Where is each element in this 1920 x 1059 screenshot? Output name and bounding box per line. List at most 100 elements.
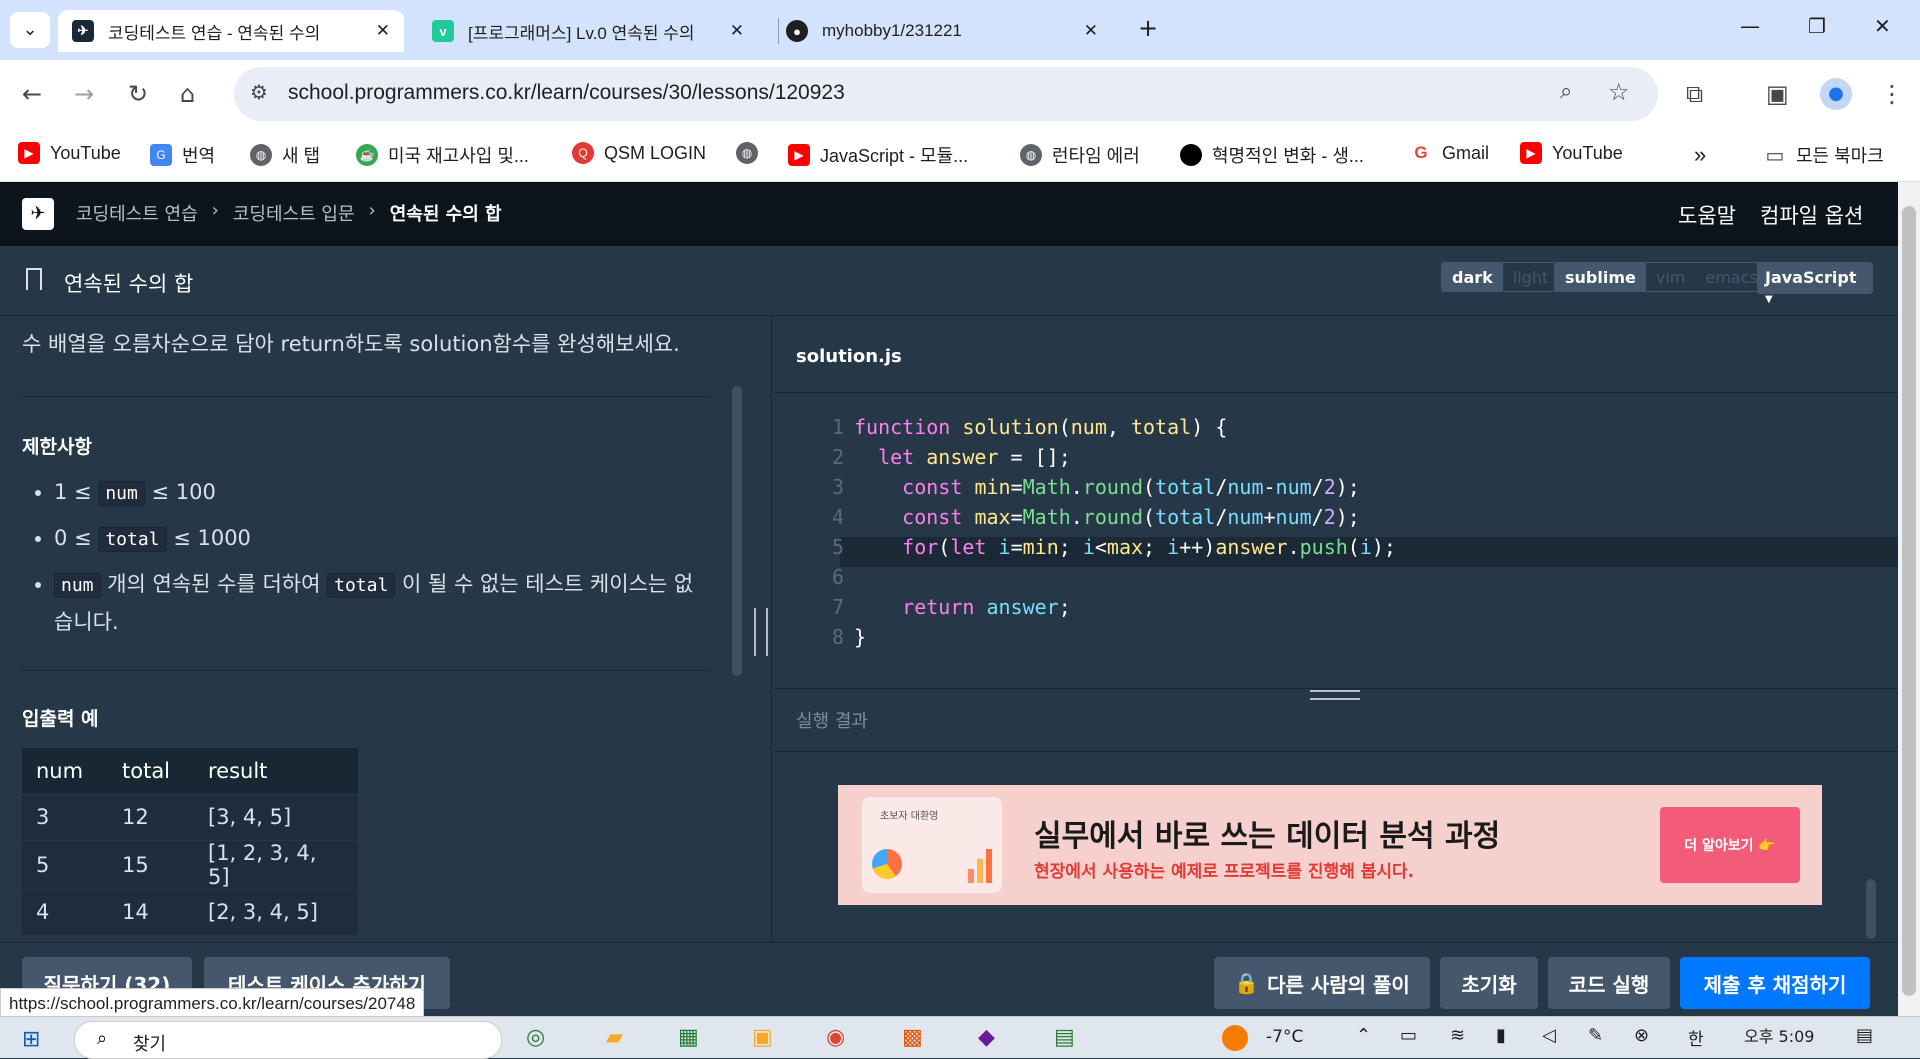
bookmark-label: 혁명적인 변화 - 생... (1212, 146, 1364, 166)
zoom-icon[interactable]: ⌕ (1560, 79, 1572, 104)
all-bookmarks[interactable]: ▭ 모든 북마크 (1764, 142, 1884, 168)
chevron-right-icon: › (211, 200, 219, 221)
bookmark-youtube[interactable]: ▶ YouTube (18, 142, 121, 164)
table-cell: 4 (22, 889, 108, 936)
bookmark-label: Gmail (1442, 142, 1490, 163)
programmers-logo-icon[interactable]: ✈ (22, 198, 54, 230)
volume-icon[interactable]: ◁ (1542, 1025, 1556, 1046)
profile-avatar-icon[interactable]: ● (1820, 78, 1852, 110)
minimize-icon[interactable]: — (1740, 14, 1760, 38)
bookmark-runtime-error[interactable]: ◍ 런타임 에러 (1020, 142, 1140, 168)
problem-intro: 수 배열을 오름차순으로 담아 return하도록 solution함수를 완성… (22, 332, 680, 356)
bookmark-label: 모든 북마크 (1796, 146, 1884, 166)
bookmark-gmail[interactable]: G Gmail (1410, 142, 1489, 164)
pen-icon[interactable]: ✎ (1588, 1025, 1603, 1046)
tab-search-button[interactable]: ⌄ (10, 12, 50, 48)
others-solutions-button[interactable]: 🔒 다른 사람의 풀이 (1214, 957, 1430, 1009)
omnibox[interactable]: ⚙ school.programmers.co.kr/learn/courses… (234, 67, 1658, 121)
new-tab-icon[interactable]: + (1138, 14, 1158, 42)
bookmark-revolution[interactable]: 혁명적인 변화 - 생... (1180, 142, 1364, 168)
taskbar-clock[interactable]: 오후 5:09 (1744, 1023, 1814, 1047)
battery-icon[interactable]: ▮ (1496, 1025, 1506, 1046)
theme-light-button[interactable]: light (1503, 263, 1558, 291)
reset-button[interactable]: 초기화 (1440, 957, 1538, 1009)
site-info-icon[interactable]: ⚙ (250, 80, 268, 104)
side-panel-icon[interactable]: ▣ (1766, 80, 1789, 108)
app-icon[interactable]: ◎ (526, 1025, 545, 1050)
reload-icon[interactable]: ↻ (128, 80, 148, 108)
bookmark-translate[interactable]: G 번역 (150, 142, 215, 168)
tab-title: 코딩테스트 연습 - 연속된 수의 (108, 23, 321, 43)
page-title: 연속된 수의 합 (64, 272, 194, 296)
line-number: 7 (831, 595, 844, 619)
column-header: total (108, 748, 194, 795)
weather-icon[interactable] (1222, 1025, 1248, 1051)
keymap-vim-button[interactable]: vim (1646, 263, 1696, 291)
folder-icon[interactable]: ▰ (606, 1025, 623, 1050)
extensions-icon[interactable]: ⧉ (1686, 80, 1703, 108)
breadcrumb-item[interactable]: 코딩테스트 입문 (233, 200, 355, 226)
banner-cta-button[interactable]: 더 알아보기 👉 (1660, 807, 1800, 883)
bookmark-stock[interactable]: ☕ 미국 재고사입 및... (356, 142, 529, 168)
tray-chevron-icon[interactable]: ⌃ (1356, 1025, 1371, 1046)
run-code-button[interactable]: 코드 실행 (1548, 957, 1670, 1009)
app-icon[interactable]: ▣ (752, 1025, 773, 1050)
bookmarks-bar: ▶ YouTube G 번역 ◍ 새 탭 ☕ 미국 재고사입 및... Q QSM LOG… (0, 130, 1920, 182)
language-select[interactable]: JavaScript ▼ (1757, 262, 1873, 305)
examples-table: num total result 3 12 [3, 4, 5] 5 15 [1, 2, … (22, 748, 358, 936)
help-link[interactable]: 도움말 (1678, 200, 1736, 230)
back-icon[interactable]: ← (22, 80, 42, 108)
table-row: 5 15 [1, 2, 3, 4, 5] (22, 840, 358, 890)
dnd-icon[interactable]: ⊗ (1634, 1025, 1649, 1046)
bookmark-youtube-2[interactable]: ▶ YouTube (1520, 142, 1623, 164)
bookmark-new-tab[interactable]: ◍ 새 탭 (250, 142, 320, 168)
tab-velog[interactable]: v [프로그래머스] Lv.0 연속된 수의 ✕ (418, 10, 758, 52)
keymap-sublime-button[interactable]: sublime (1555, 263, 1646, 291)
taskbar-search[interactable]: ⌕ 찾기 (74, 1021, 502, 1059)
windows-start-icon[interactable]: ⊞ (22, 1027, 40, 1052)
camera-icon[interactable]: ▭ (1400, 1025, 1417, 1046)
close-window-icon[interactable]: ✕ (1874, 14, 1891, 38)
file-name: solution.js (796, 346, 902, 367)
restore-icon[interactable]: ❐ (1808, 14, 1826, 38)
forward-icon[interactable]: → (74, 80, 94, 108)
code-editor[interactable]: 1 2 3 4 5 6 7 8 function solution(num, t… (774, 392, 1898, 688)
bookmark-qsm[interactable]: Q QSM LOGIN (572, 142, 706, 164)
url-text[interactable]: school.programmers.co.kr/learn/courses/3… (288, 81, 845, 105)
tab-github[interactable]: ● myhobby1/231221 ✕ (772, 10, 1112, 52)
result-scrollbar[interactable] (1866, 879, 1876, 939)
description-scrollbar[interactable] (732, 386, 742, 676)
table-cell: 5 (22, 840, 108, 890)
app-icon[interactable]: ▩ (902, 1025, 923, 1050)
banner-subtitle: 현장에서 사용하는 예제로 프로젝트를 진행해 봅시다. (1034, 862, 1415, 882)
bookmark-js-module[interactable]: ▶ JavaScript - 모듈... (788, 142, 968, 168)
compile-options-link[interactable]: 컴파일 옵션 (1760, 200, 1863, 230)
more-bookmarks-icon[interactable]: » (1694, 142, 1706, 168)
tab-close-icon[interactable]: ✕ (376, 21, 390, 41)
table-cell: [3, 4, 5] (194, 794, 358, 841)
home-icon[interactable]: ⌂ (180, 80, 195, 108)
bookmark-globe[interactable]: ◍ (736, 142, 768, 164)
ad-banner[interactable]: 초보자 대환영 실무에서 바로 쓰는 데이터 분석 과정 현장에서 사용하는 예… (838, 785, 1822, 905)
submit-button[interactable]: 제출 후 채점하기 (1680, 957, 1870, 1009)
bookmark-label: QSM LOGIN (604, 142, 707, 163)
bookmark-star-icon[interactable]: ☆ (1608, 78, 1630, 106)
page-scrollbar[interactable] (1898, 182, 1920, 1016)
tab-close-icon[interactable]: ✕ (730, 21, 744, 41)
tab-active[interactable]: ✈ 코딩테스트 연습 - 연속된 수의 ✕ (58, 10, 404, 52)
app-icon[interactable]: ▤ (1054, 1025, 1075, 1050)
ime-indicator[interactable]: 한 (1688, 1025, 1704, 1050)
tab-close-icon[interactable]: ✕ (1084, 21, 1098, 41)
menu-kebab-icon[interactable]: ⋮ (1880, 80, 1904, 108)
theme-dark-button[interactable]: dark (1442, 263, 1503, 291)
scrollbar-thumb[interactable] (1902, 206, 1916, 996)
panel-resize-handle[interactable] (754, 608, 768, 656)
chrome-icon[interactable]: ◉ (826, 1025, 845, 1050)
bookmark-icon[interactable] (26, 268, 42, 290)
excel-icon[interactable]: ▦ (678, 1025, 699, 1050)
notification-icon[interactable]: ▤ (1856, 1025, 1873, 1046)
breadcrumb-item[interactable]: 코딩테스트 연습 (76, 200, 198, 226)
visual-studio-icon[interactable]: ◆ (978, 1025, 995, 1050)
constraint-item: num 개의 연속된 수를 더하여 total 이 될 수 없는 테스트 케이스… (54, 566, 704, 640)
wifi-icon[interactable]: ≋ (1450, 1025, 1465, 1046)
